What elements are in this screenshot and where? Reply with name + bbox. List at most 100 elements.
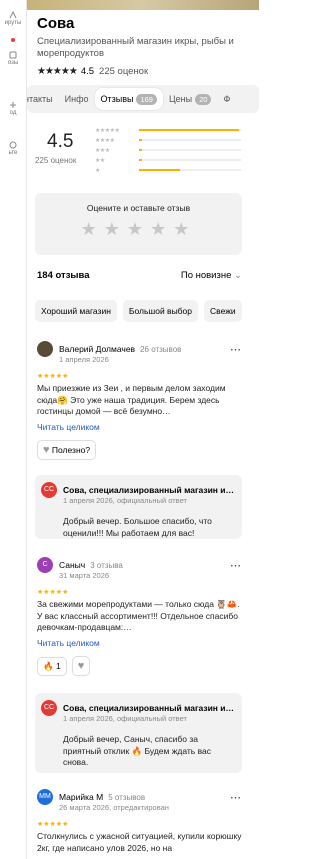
tab-badge: 20 bbox=[195, 93, 212, 105]
route-icon bbox=[9, 10, 17, 19]
review-text: Столкнулись с ужасной ситуацией, купили … bbox=[37, 831, 242, 853]
tab-photos[interactable]: Ф bbox=[217, 88, 236, 110]
more-options-icon[interactable]: ⋯ bbox=[230, 343, 242, 356]
tab-label: Инфо bbox=[64, 94, 89, 104]
fire-icon: 🔥 bbox=[43, 660, 54, 671]
distribution-stars-icon: ★★★ bbox=[95, 147, 110, 154]
distribution-row-5: ★★★★★ bbox=[95, 125, 241, 135]
rating-distribution: ★★★★★ ★★★★ ★★★ ★★ ★ bbox=[95, 125, 241, 175]
tab-label: Отзывы bbox=[100, 94, 134, 104]
reply-meta: 1 апреля 2026, официальный ответ bbox=[63, 496, 187, 505]
distribution-row-1: ★ bbox=[95, 165, 241, 175]
review-text: За свежими морепродуктами — только сюда … bbox=[37, 599, 240, 632]
review-author[interactable]: Саныч bbox=[59, 560, 85, 570]
heart-icon: ♥ bbox=[77, 659, 85, 672]
distribution-row-4: ★★★★ bbox=[95, 135, 241, 145]
distribution-stars-icon: ★★★★★ bbox=[95, 127, 120, 134]
author-review-count: 26 отзывов bbox=[140, 344, 182, 354]
tab-info[interactable]: Инфо bbox=[59, 88, 95, 110]
review-stars: ★★★★★ bbox=[37, 589, 69, 596]
chip-big-choice[interactable]: Большой выбор bbox=[122, 300, 199, 322]
distribution-fill bbox=[139, 129, 239, 131]
tab-reviews[interactable]: Отзывы 169 bbox=[94, 88, 163, 110]
distribution-stars-icon: ★ bbox=[95, 167, 100, 174]
reply-author[interactable]: Сова, специализированный магазин и… bbox=[63, 703, 234, 713]
official-reply: СС Сова, специализированный магазин и… 1… bbox=[35, 475, 242, 539]
reply-text: Добрый вечер, Саныч, спасибо за приятный… bbox=[63, 734, 211, 767]
chip-good-shop[interactable]: Хороший магазин bbox=[35, 300, 117, 322]
place-panel: Сова Специализированный магазин икры, ры… bbox=[27, 0, 259, 859]
photo-strip bbox=[27, 0, 259, 10]
avatar[interactable]: С bbox=[37, 557, 53, 573]
distribution-stars-icon: ★★ bbox=[95, 157, 105, 164]
review-card: Валерий Долмачев 26 отзывов ⋯ 1 апреля 2… bbox=[37, 340, 242, 460]
sidebar-item-routes[interactable]: ируты bbox=[0, 10, 26, 26]
read-more-link[interactable]: Читать целиком bbox=[37, 422, 242, 432]
review-card: С Саныч 3 отзыва ⋯ 31 марта 2026 ★★★★★ З… bbox=[37, 556, 242, 676]
distribution-fill bbox=[139, 139, 143, 141]
distribution-track bbox=[139, 169, 241, 171]
sort-dropdown[interactable]: По новизне ⌄ bbox=[181, 270, 242, 281]
avatar[interactable]: ММ bbox=[37, 789, 53, 805]
review-stars: ★★★★★ bbox=[37, 373, 69, 380]
place-subtitle: Специализированный магазин икры, рыбы и … bbox=[37, 36, 234, 59]
rating-summary: 4.5 225 оценок ★★★★★ ★★★★ ★★★ ★★ ★ bbox=[27, 123, 259, 183]
review-author[interactable]: Марийка М bbox=[59, 792, 103, 802]
avatar: СС bbox=[41, 482, 57, 498]
tab-badge: 169 bbox=[136, 93, 157, 105]
place-rating[interactable]: ★★★★★ 4.5 225 оценок bbox=[37, 66, 259, 77]
sidebar-item-label: ируты bbox=[4, 20, 22, 26]
author-review-count: 5 отзывов bbox=[108, 792, 146, 802]
distribution-track bbox=[139, 139, 241, 141]
sidebar-item-transport[interactable]: озы bbox=[0, 50, 26, 66]
food-icon bbox=[10, 102, 16, 108]
review-text: Мы приезжие из Зеи , и первым делом захо… bbox=[37, 383, 226, 416]
notification-dot bbox=[11, 38, 15, 42]
reviews-count: 184 отзыва bbox=[37, 270, 90, 281]
tab-contacts[interactable]: нтакты bbox=[27, 88, 59, 110]
summary-score: 4.5 bbox=[47, 131, 74, 152]
summary-count: 225 оценок bbox=[35, 156, 77, 165]
official-reply: СС Сова, специализированный магазин и… 1… bbox=[35, 693, 242, 773]
rate-prompt-label: Оцените и оставьте отзыв bbox=[86, 203, 191, 213]
sidebar-item-food[interactable]: од bbox=[0, 100, 26, 116]
avatar[interactable] bbox=[37, 341, 53, 357]
more-options-icon[interactable]: ⋯ bbox=[230, 559, 242, 572]
read-more-link[interactable]: Читать целиком bbox=[37, 638, 242, 648]
distribution-stars-icon: ★★★★ bbox=[95, 137, 115, 144]
rate-stars-input[interactable]: ★★★★★ bbox=[35, 219, 242, 240]
review-card: ММ Марийка М 5 отзывов ⋯ 26 марта 2026, … bbox=[37, 788, 242, 854]
review-author[interactable]: Валерий Долмачев bbox=[59, 344, 135, 354]
review-stars: ★★★★★ bbox=[37, 821, 69, 828]
distribution-track bbox=[139, 129, 241, 131]
distribution-track bbox=[139, 149, 241, 151]
chip-fresh[interactable]: Свежи bbox=[204, 300, 242, 322]
chevron-down-icon: ⌄ bbox=[234, 270, 242, 281]
place-title: Сова bbox=[37, 15, 75, 32]
distribution-row-2: ★★ bbox=[95, 155, 241, 165]
helpful-button[interactable]: ♥ bbox=[71, 655, 91, 676]
heart-icon: ♥ bbox=[43, 443, 50, 456]
rating-count: 225 оценок bbox=[99, 66, 149, 77]
like-button[interactable]: 🔥 1 bbox=[37, 656, 67, 676]
left-sidebar: ируты озы од ьте bbox=[0, 0, 27, 859]
sidebar-item-more[interactable]: ьте bbox=[0, 140, 26, 156]
tab-prices[interactable]: Цены 20 bbox=[163, 88, 217, 110]
distribution-track bbox=[139, 159, 241, 161]
distribution-fill bbox=[139, 159, 143, 161]
helpful-label: Полезно? bbox=[51, 444, 91, 455]
more-options-icon[interactable]: ⋯ bbox=[230, 791, 242, 804]
sidebar-item-label: ьте bbox=[8, 150, 18, 156]
more-icon bbox=[9, 141, 17, 149]
rate-prompt-box: Оцените и оставьте отзыв ★★★★★ bbox=[35, 193, 242, 255]
author-review-count: 3 отзыва bbox=[90, 560, 123, 570]
reply-text: Добрый вечер. Большое спасибо, что оцени… bbox=[63, 516, 212, 538]
reply-author[interactable]: Сова, специализированный магазин и… bbox=[63, 485, 234, 495]
avatar: СС bbox=[41, 700, 57, 716]
sidebar-item-label: од bbox=[9, 110, 17, 116]
helpful-button[interactable]: ♥ Полезно? bbox=[37, 439, 97, 460]
sort-label: По новизне bbox=[180, 270, 232, 281]
rating-stars-icon: ★★★★★ bbox=[37, 66, 78, 77]
reviews-header: 184 отзыва По новизне ⌄ bbox=[37, 270, 242, 281]
distribution-row-3: ★★★ bbox=[95, 145, 241, 155]
